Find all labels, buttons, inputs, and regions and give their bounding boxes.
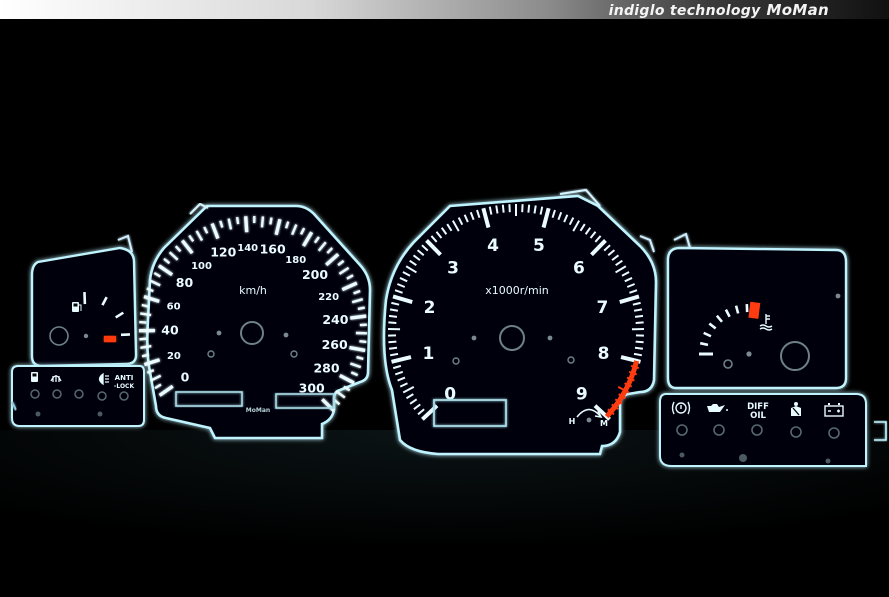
speed-tick xyxy=(350,314,367,320)
rpm-pivot-dot-right xyxy=(547,335,553,341)
rpm-tick xyxy=(388,314,398,318)
rpm-scale-label: 0 xyxy=(444,384,456,404)
rpm-tick xyxy=(388,321,397,325)
rpm-scale-label: 5 xyxy=(533,236,545,256)
rpm-scale-label: 3 xyxy=(447,259,459,279)
rpm-tick xyxy=(527,204,531,213)
rpm-scale-label: 7 xyxy=(597,298,609,318)
fuel-gauge xyxy=(30,234,138,368)
anti-lock-label-line2: -LOCK xyxy=(114,383,135,390)
temp-pivot-dot xyxy=(746,351,752,357)
fuel-pivot-dot xyxy=(83,333,89,339)
speed-scale-label: 140 xyxy=(237,243,258,254)
speed-scale-label: 80 xyxy=(176,275,194,290)
speed-tick xyxy=(359,339,367,344)
rpm-tick xyxy=(634,314,644,318)
rpm-tick xyxy=(533,205,537,214)
speed-scale-label: 280 xyxy=(313,361,339,376)
temp-tick xyxy=(699,341,709,347)
rpm-tick xyxy=(388,346,398,350)
rpm-scale-label: 4 xyxy=(487,236,499,256)
speed-scale-label: 160 xyxy=(260,241,286,256)
speed-pivot-dot-right xyxy=(283,332,289,338)
speed-tick xyxy=(139,337,147,341)
speed-scale-label: 220 xyxy=(318,292,339,303)
rpm-scale-label: 8 xyxy=(598,344,610,364)
temp-screw xyxy=(835,293,841,299)
speed-scale-label: 260 xyxy=(322,337,348,352)
rpm-tick xyxy=(634,346,644,350)
speed-tick xyxy=(260,216,265,228)
speed-tick xyxy=(235,216,240,225)
instrument-cluster: ANTI -LOCK 020406080100120 140 16018020022… xyxy=(0,188,889,597)
rpm-tick xyxy=(495,205,499,214)
speed-unit-label: km/h xyxy=(239,284,267,297)
rpm-scale-label: 1 xyxy=(423,344,435,364)
speed-tick xyxy=(141,303,149,308)
speed-pivot-dot-left xyxy=(216,330,222,336)
rpm-tick xyxy=(635,340,644,344)
speed-scale-label: 240 xyxy=(322,312,348,327)
anti-lock-label-line1: ANTI xyxy=(115,374,134,382)
rpm-scale-label: 9 xyxy=(576,384,588,404)
rpm-pivot-dot-left xyxy=(471,335,477,341)
h-label: H xyxy=(569,417,576,426)
speed-tick xyxy=(357,306,366,311)
speed-scale-label: 20 xyxy=(167,351,181,362)
speed-tick xyxy=(140,312,152,317)
speed-tick xyxy=(244,216,249,233)
rpm-unit-label: x1000r/min xyxy=(485,284,549,297)
fuel-warning-icon xyxy=(31,372,38,382)
speed-scale-label: 120 xyxy=(210,245,236,260)
tachometer: 01234 56789 x1000r/min H M xyxy=(382,188,658,456)
left-indicator-panel: ANTI -LOCK xyxy=(11,365,145,427)
speedometer: 020406080100120 140 1601802002202402602803… xyxy=(138,202,372,440)
rpm-scale-label: 6 xyxy=(573,259,585,279)
rpm-tick xyxy=(389,308,399,312)
speed-tick xyxy=(140,344,152,350)
speed-tick xyxy=(335,390,346,399)
temp-hot-mark xyxy=(748,301,761,319)
diff-oil-label-line2: OIL xyxy=(750,411,766,421)
temperature-gauge xyxy=(666,232,848,390)
speed-scale-label: 0 xyxy=(181,370,190,385)
rpm-tick xyxy=(633,308,643,312)
speed-scale-label: 40 xyxy=(161,322,179,337)
speed-scale-label: 100 xyxy=(191,261,212,272)
rpm-tick xyxy=(635,321,644,325)
right-indicator-panel: DIFF OIL xyxy=(659,393,887,467)
speed-scale-label: 200 xyxy=(302,267,328,282)
rpm-scale-label: 2 xyxy=(424,298,436,318)
m-label: M xyxy=(600,419,608,428)
speed-scale-label: 180 xyxy=(285,255,306,266)
rpm-tick xyxy=(501,204,505,213)
rpm-tick xyxy=(388,340,397,344)
speed-tick xyxy=(269,217,273,225)
speed-scale-label: 60 xyxy=(167,302,181,313)
hm-pivot-dot xyxy=(586,417,592,423)
defroster-icon xyxy=(50,375,62,382)
speed-tick xyxy=(141,353,150,358)
speedometer-brand-mark: MoMan xyxy=(246,407,270,414)
fuel-empty-mark xyxy=(104,336,116,342)
